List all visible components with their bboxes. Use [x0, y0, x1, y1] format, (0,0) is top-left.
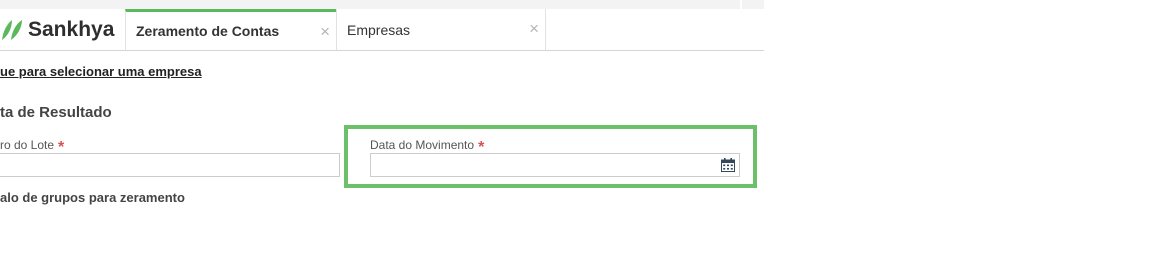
top-strip-segment	[0, 0, 740, 9]
top-strip-segment	[742, 0, 764, 9]
tab-zeramento-de-contas[interactable]: Zeramento de Contas ×	[125, 9, 336, 50]
close-icon[interactable]: ×	[320, 23, 330, 40]
sankhya-leaf-icon	[2, 20, 22, 40]
app-window: Sankhya Zeramento de Contas × Empresas ×…	[0, 0, 764, 254]
section-title-resultado: ta de Resultado	[0, 104, 112, 121]
brand-name: Sankhya	[28, 18, 115, 41]
tab-empresas[interactable]: Empresas ×	[336, 9, 546, 50]
lot-number-label-text: ro do Lote	[0, 138, 55, 152]
lot-number-input[interactable]	[0, 153, 340, 177]
highlight-box	[344, 125, 757, 188]
select-company-link[interactable]: ue para selecionar uma empresa	[0, 64, 202, 79]
brand-logo[interactable]: Sankhya	[0, 16, 114, 44]
top-strip	[0, 0, 764, 9]
section-title-groups: alo de grupos para zeramento	[0, 190, 185, 205]
tab-label: Zeramento de Contas	[136, 23, 280, 39]
close-icon[interactable]: ×	[529, 20, 539, 37]
app-header: Sankhya Zeramento de Contas × Empresas ×	[0, 9, 764, 51]
tab-label: Empresas	[347, 21, 411, 38]
